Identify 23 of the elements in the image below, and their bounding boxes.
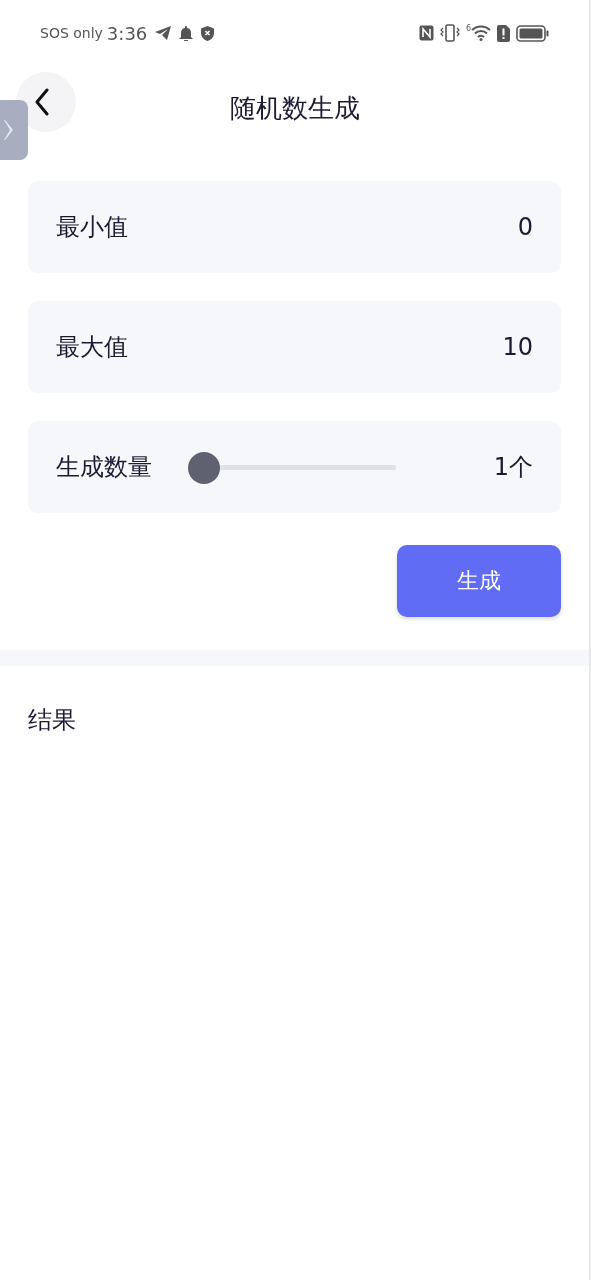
- wifi-icon: [471, 25, 491, 41]
- field-value: 0: [517, 213, 533, 241]
- chevron-icon: [4, 119, 14, 141]
- send-icon: [155, 26, 172, 40]
- battery-icon: [516, 24, 549, 42]
- bell-icon: [179, 25, 194, 41]
- vibrate-icon: [439, 24, 460, 42]
- page-title: 随机数生成: [229, 91, 360, 125]
- sim-alert-icon: [497, 24, 510, 42]
- back-icon: [34, 88, 50, 116]
- field-value: 10: [502, 333, 533, 361]
- count-slider[interactable]: [188, 451, 396, 483]
- shield-icon: [201, 25, 215, 41]
- field-value: 1个: [493, 452, 533, 483]
- network-type-text: 6: [465, 25, 471, 33]
- carrier-text: SOS only: [40, 25, 103, 41]
- field-label: 最大值: [56, 332, 128, 363]
- clock-time: 3:36: [106, 22, 148, 44]
- field-label: 生成数量: [56, 452, 152, 483]
- field-label: 最小值: [56, 212, 128, 243]
- nfc-icon: [418, 25, 434, 41]
- result-label: 结果: [27, 705, 77, 736]
- generate-button[interactable]: 生成: [397, 545, 561, 617]
